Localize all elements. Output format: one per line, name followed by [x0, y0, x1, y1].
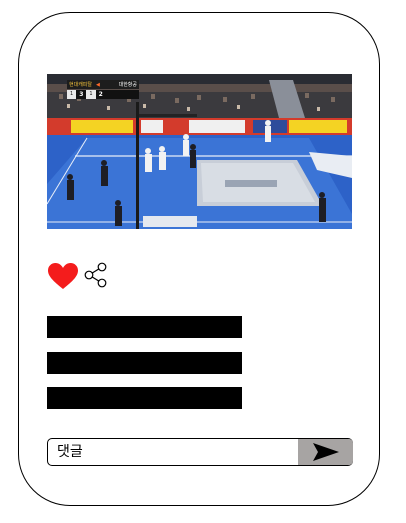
serve-indicator-icon: ◀	[96, 81, 100, 88]
heart-icon[interactable]	[47, 262, 79, 290]
send-button[interactable]	[298, 439, 353, 465]
away-points: 2	[98, 91, 103, 98]
redacted-text-line	[47, 352, 242, 374]
scoreboard-score-row: 1 3 1 2	[67, 90, 139, 99]
home-sets: 1	[67, 90, 77, 99]
away-team-name: 대한항공	[118, 82, 137, 88]
send-arrow-icon	[312, 443, 339, 461]
scoreboard-home-row: 현대캐피탈 ◀ 대한항공	[67, 80, 139, 89]
home-points: 3	[79, 91, 84, 98]
redacted-text-line	[47, 387, 242, 409]
away-sets: 1	[86, 90, 96, 99]
scoreboard: 현대캐피탈 ◀ 대한항공 1 3 1 2	[67, 80, 139, 100]
share-icon[interactable]	[83, 262, 108, 288]
redacted-text-line	[47, 316, 242, 338]
comment-bar	[47, 438, 353, 466]
video-player[interactable]: 현대캐피탈 ◀ 대한항공 1 3 1 2	[47, 74, 352, 229]
home-team-name: 현대캐피탈	[69, 82, 93, 88]
